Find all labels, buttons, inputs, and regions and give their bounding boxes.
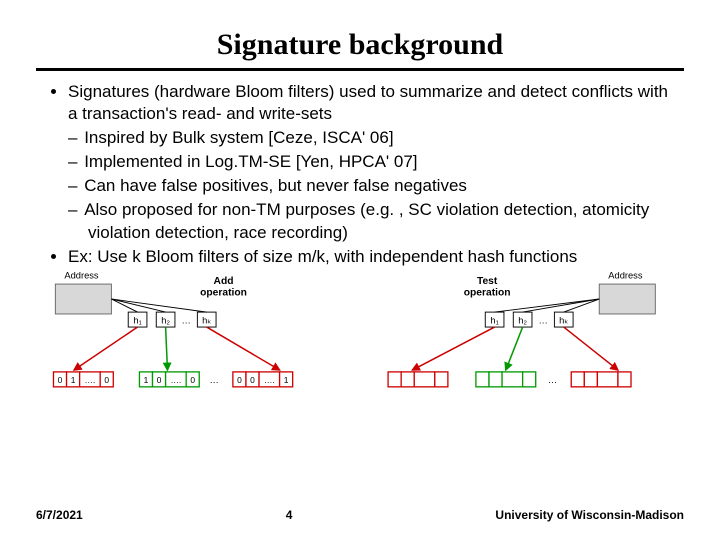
slide-body: Signatures (hardware Bloom filters) used… [36, 81, 684, 268]
sub-bullet-3: Can have false positives, but never fals… [88, 175, 680, 197]
svg-text:hₖ: hₖ [202, 315, 211, 325]
svg-text:hₖ: hₖ [559, 315, 568, 325]
svg-text:1: 1 [144, 375, 149, 385]
diagram-add-svg: Address Add operation h₁ h₂ … hₖ [46, 272, 345, 412]
svg-text:….: …. [85, 375, 96, 385]
sub-bullet-2: Implemented in Log.TM-SE [Yen, HPCA' 07] [88, 151, 680, 173]
footer-org: University of Wisconsin-Madison [495, 508, 684, 522]
svg-text:0: 0 [237, 375, 242, 385]
bullet-1-prefix: Signatures (hardware Bloom filters) used… [68, 82, 400, 101]
slide-title: Signature background [36, 28, 684, 71]
svg-text:1: 1 [284, 375, 289, 385]
svg-text:h₁: h₁ [133, 315, 141, 325]
svg-text:….: …. [264, 375, 275, 385]
add-title-2: operation [200, 287, 247, 298]
svg-text:1: 1 [71, 375, 76, 385]
sub-bullet-4: Also proposed for non-TM purposes (e.g. … [88, 199, 680, 243]
svg-text:h₂: h₂ [518, 315, 527, 325]
bullet-1-mid: and [483, 82, 521, 101]
diagram-test-svg: Test operation Address h₁ h₂ … hₖ [375, 272, 674, 412]
svg-text:…: … [181, 315, 190, 325]
sub-bullet-1: Inspired by Bulk system [Ceze, ISCA' 06] [88, 127, 680, 149]
svg-text:0: 0 [250, 375, 255, 385]
footer-date: 6/7/2021 [36, 508, 83, 522]
diagram-row: Address Add operation h₁ h₂ … hₖ [36, 272, 684, 417]
svg-text:0: 0 [104, 375, 109, 385]
svg-text:0: 0 [157, 375, 162, 385]
address-label-left: Address [64, 272, 99, 280]
address-label-right: Address [608, 272, 643, 280]
svg-text:…: … [548, 375, 557, 385]
bullet-1-summarize: summarize [400, 82, 483, 101]
bullet-1-detect: detect conflicts [521, 82, 633, 101]
svg-text:…: … [539, 315, 548, 325]
svg-text:…: … [210, 375, 219, 385]
footer-page: 4 [83, 508, 496, 522]
add-title-1: Add [214, 276, 234, 287]
svg-text:Test: Test [477, 276, 498, 287]
svg-text:0: 0 [190, 375, 195, 385]
svg-text:0: 0 [58, 375, 63, 385]
slide-footer: 6/7/2021 4 University of Wisconsin-Madis… [36, 508, 684, 522]
bullet-1: Signatures (hardware Bloom filters) used… [68, 81, 680, 244]
svg-text:….: …. [171, 375, 182, 385]
svg-text:h₁: h₁ [490, 315, 498, 325]
svg-text:operation: operation [464, 287, 511, 298]
diagram-test: Test operation Address h₁ h₂ … hₖ [375, 272, 674, 417]
diagram-add: Address Add operation h₁ h₂ … hₖ [46, 272, 345, 417]
bullet-2: Ex: Use k Bloom filters of size m/k, wit… [68, 246, 680, 268]
svg-text:h₂: h₂ [161, 315, 170, 325]
